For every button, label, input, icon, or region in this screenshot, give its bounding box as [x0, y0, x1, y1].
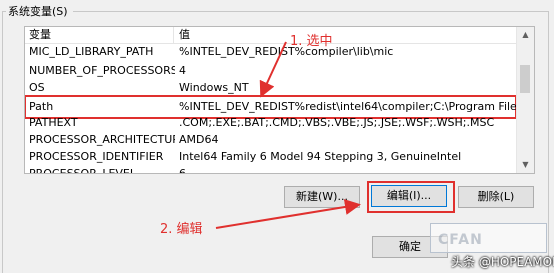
credit-text: 头条 @HOPEAMOR: [451, 255, 554, 269]
arrow-to-edit-button: [215, 199, 361, 229]
arrow-to-path-row: [259, 41, 287, 98]
watermark-logo: CFAN: [438, 232, 483, 248]
annotation-step1: 1. 选中: [290, 34, 333, 49]
annotation-step2: 2. 编辑: [160, 222, 203, 237]
